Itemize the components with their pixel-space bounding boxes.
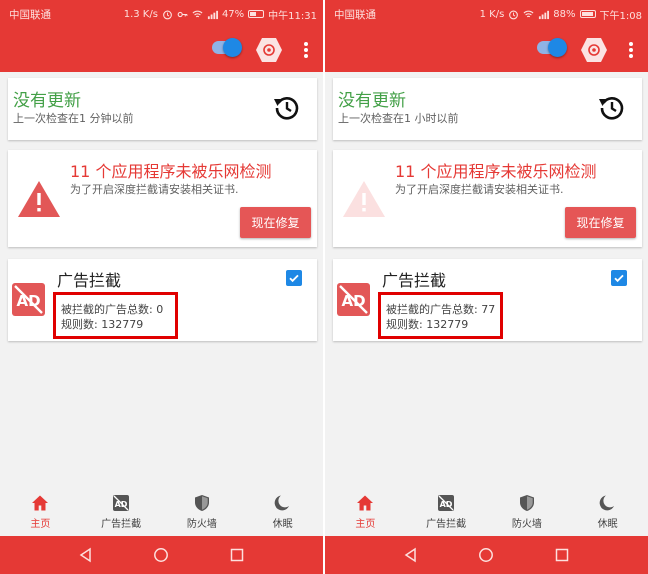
warning-subtitle: 为了开启深度拦截请安装相关证书.	[70, 183, 239, 196]
nav-home[interactable]: 主页	[325, 490, 406, 536]
status-bar: 中国联通 1.3 K/s 47% 中午11:31	[0, 0, 323, 28]
nav-firewall[interactable]: 防火墙	[162, 490, 243, 536]
home-icon	[32, 495, 49, 511]
warning-subtitle: 为了开启深度拦截请安装相关证书.	[395, 183, 564, 196]
warning-icon	[343, 181, 385, 217]
carrier-label: 中国联通	[9, 8, 51, 21]
protection-toggle[interactable]	[212, 38, 242, 57]
more-menu-icon[interactable]	[628, 38, 634, 62]
key-icon	[177, 11, 188, 17]
wifi-icon	[192, 10, 203, 17]
nav-firewall[interactable]: 防火墙	[487, 490, 568, 536]
alarm-icon	[163, 10, 172, 19]
update-subtitle: 上一次检查在1 分钟以前	[13, 112, 134, 125]
clock: 中午11:31	[268, 10, 317, 22]
update-card: 没有更新 上一次检查在1 小时以前	[333, 78, 642, 140]
nav-ad-block[interactable]: AD 广告拦截	[81, 490, 162, 536]
rule-count: 规则数: 132779	[386, 318, 469, 331]
update-subtitle: 上一次检查在1 小时以前	[338, 112, 459, 125]
phone-screen-left: 中国联通 1.3 K/s 47% 中午11:31 没有更新 上一次检查在1 分钟…	[0, 0, 323, 574]
protection-toggle[interactable]	[537, 38, 567, 57]
ad-block-checkbox[interactable]	[286, 270, 302, 286]
rule-count: 规则数: 132779	[61, 318, 144, 331]
ad-block-title: 广告拦截	[382, 271, 447, 290]
update-title: 没有更新	[13, 91, 81, 111]
app-logo-icon[interactable]	[580, 37, 608, 63]
nav-sleep[interactable]: 休眠	[567, 490, 648, 536]
network-speed: 1 K/s	[479, 8, 505, 20]
back-icon[interactable]	[78, 547, 94, 563]
ad-block-checkbox[interactable]	[611, 270, 627, 286]
wifi-icon	[523, 10, 534, 17]
ad-block-icon: AD	[12, 283, 45, 316]
signal-icon	[207, 10, 218, 19]
home-circle-icon[interactable]	[478, 547, 494, 563]
battery-percent: 47%	[221, 8, 245, 20]
moon-icon	[599, 495, 614, 511]
status-bar: 中国联通 1 K/s 88% 下午1:08	[325, 0, 648, 28]
blocked-ads-count: 被拦截的广告总数: 77	[386, 303, 496, 316]
warning-title: 11 个应用程序未被乐网检测	[395, 162, 597, 181]
nav-sleep[interactable]: 休眠	[242, 490, 323, 536]
app-logo-icon[interactable]	[255, 37, 283, 63]
system-navigation-bar	[0, 536, 323, 574]
battery-percent: 88%	[553, 8, 576, 20]
fix-now-button[interactable]: 现在修复	[565, 207, 636, 238]
warning-title: 11 个应用程序未被乐网检测	[70, 162, 272, 181]
nav-ad-block[interactable]: AD 广告拦截	[406, 490, 487, 536]
ad-block-icon: AD	[337, 283, 370, 316]
certificate-warning-card: 11 个应用程序未被乐网检测 为了开启深度拦截请安装相关证书. 现在修复	[8, 150, 317, 247]
home-icon	[357, 495, 374, 511]
check-update-icon[interactable]	[598, 94, 626, 122]
ad-block-icon: AD	[113, 495, 130, 511]
system-navigation-bar	[325, 536, 648, 574]
back-icon[interactable]	[403, 547, 419, 563]
ad-block-icon: AD	[438, 495, 455, 511]
carrier-label: 中国联通	[334, 8, 376, 21]
update-card: 没有更新 上一次检查在1 分钟以前	[8, 78, 317, 140]
shield-icon	[519, 495, 534, 511]
ad-stats-highlight: 被拦截的广告总数: 0 规则数: 132779	[53, 292, 178, 339]
certificate-warning-card: 11 个应用程序未被乐网检测 为了开启深度拦截请安装相关证书. 现在修复	[333, 150, 642, 247]
app-bar	[0, 28, 323, 72]
bottom-navigation: 主页 AD 广告拦截 防火墙 休眠	[325, 490, 648, 536]
update-title: 没有更新	[338, 91, 406, 111]
battery-icon	[248, 10, 265, 18]
signal-icon	[539, 10, 550, 19]
network-speed: 1.3 K/s	[123, 8, 158, 20]
warning-icon	[18, 181, 60, 217]
bottom-navigation: 主页 AD 广告拦截 防火墙 休眠	[0, 490, 323, 536]
fix-now-button[interactable]: 现在修复	[240, 207, 311, 238]
battery-icon	[579, 10, 596, 18]
ad-stats-highlight: 被拦截的广告总数: 77 规则数: 132779	[378, 292, 503, 339]
moon-icon	[274, 495, 289, 511]
ad-block-title: 广告拦截	[57, 271, 122, 290]
alarm-icon	[509, 10, 519, 19]
clock: 下午1:08	[599, 10, 642, 22]
ad-block-card: AD 广告拦截 被拦截的广告总数: 0 规则数: 132779	[8, 259, 317, 341]
shield-icon	[194, 495, 209, 511]
check-update-icon[interactable]	[273, 94, 301, 122]
ad-block-card: AD 广告拦截 被拦截的广告总数: 77 规则数: 132779	[333, 259, 642, 341]
nav-home[interactable]: 主页	[0, 490, 81, 536]
recents-icon[interactable]	[229, 547, 245, 563]
phone-screen-right: 中国联通 1 K/s 88% 下午1:08 没有更新 上一次检查在1 小时以前 …	[325, 0, 648, 574]
blocked-ads-count: 被拦截的广告总数: 0	[61, 303, 164, 316]
app-bar	[325, 28, 648, 72]
recents-icon[interactable]	[554, 547, 570, 563]
more-menu-icon[interactable]	[303, 38, 309, 62]
home-circle-icon[interactable]	[153, 547, 169, 563]
